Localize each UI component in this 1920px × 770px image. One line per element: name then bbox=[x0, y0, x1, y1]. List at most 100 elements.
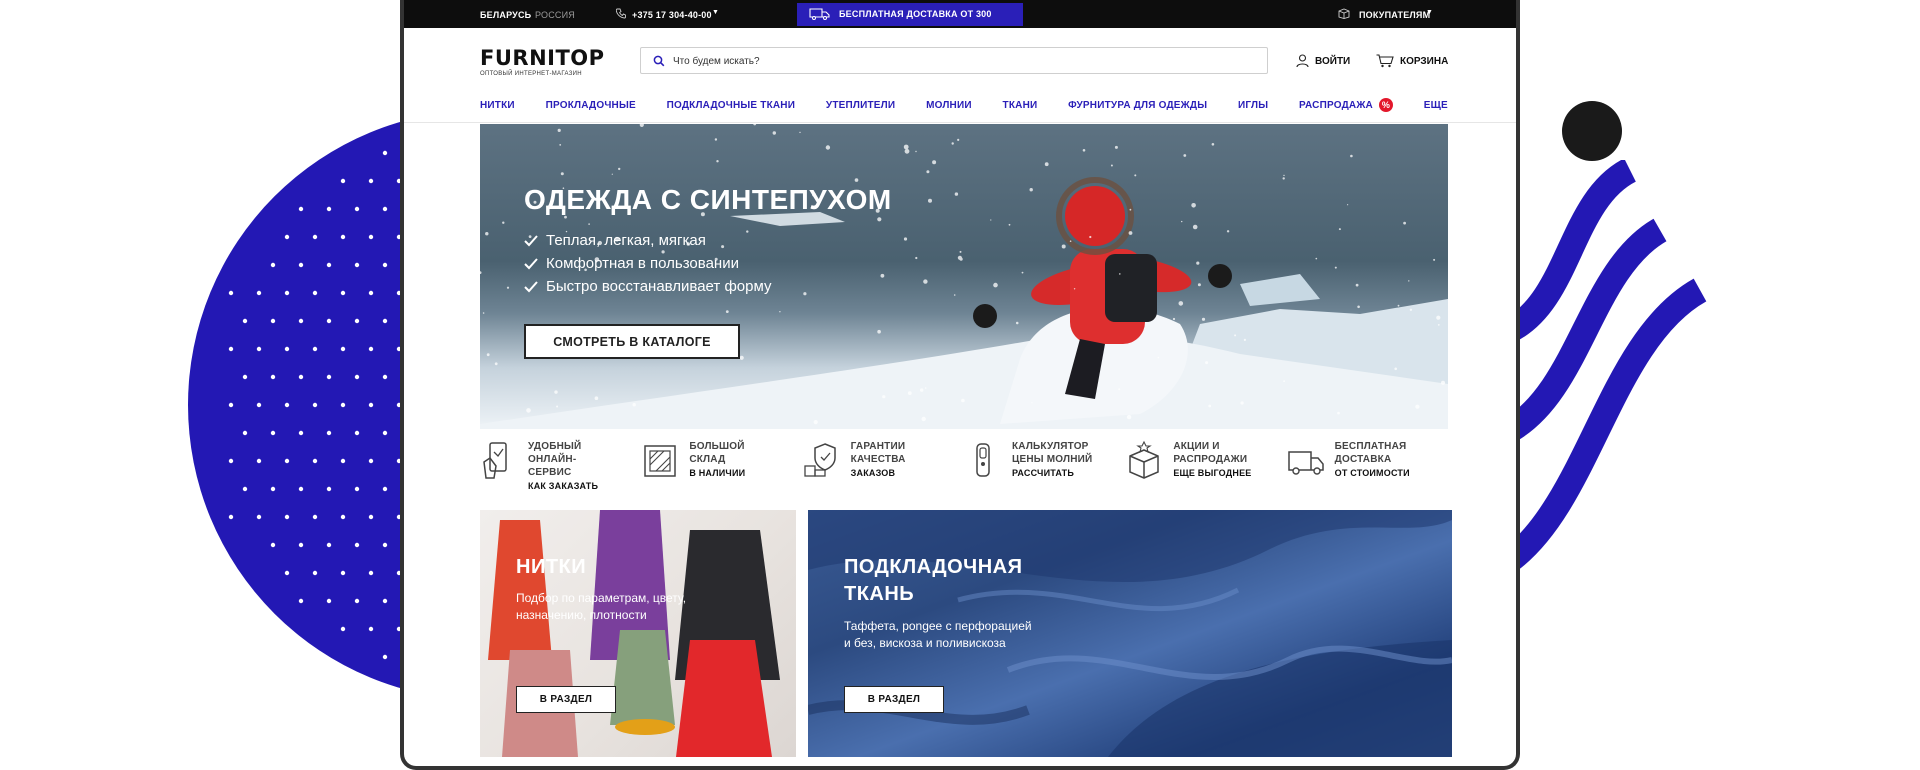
nav-label: ИГЛЫ bbox=[1238, 99, 1269, 111]
buyers-icon bbox=[1338, 8, 1350, 21]
feature-line: КАЛЬКУЛЯТОР bbox=[1011, 441, 1089, 452]
feature-link[interactable]: КАК ЗАКАЗАТЬ bbox=[528, 480, 598, 493]
features-strip: УДОБНЫЙ ОНЛАЙН- СЕРВИС КАК ЗАКАЗАТЬ БОЛЬ… bbox=[480, 440, 1448, 500]
card-description-line: назначению, плотности bbox=[516, 608, 647, 622]
nav-label: ФУРНИТУРА ДЛЯ ОДЕЖДЫ bbox=[1068, 99, 1208, 111]
buyers-menu[interactable]: ПОКУПАТЕЛЯМ bbox=[1359, 10, 1430, 20]
feature-link[interactable]: ЕЩЕ ВЫГОДНЕЕ bbox=[1173, 467, 1251, 480]
card-title: НИТКИ bbox=[516, 554, 586, 581]
card-description: Таффета, pongee с перфорацией и без, вис… bbox=[844, 618, 1032, 652]
card-title: ПОДКЛАДОЧНАЯ ТКАНЬ bbox=[844, 554, 1022, 608]
feature-link[interactable]: ОТ СТОИМОСТИ bbox=[1335, 467, 1410, 480]
hero-benefit: Комфортная в пользовании bbox=[524, 255, 771, 272]
nav-label: ТКАНИ bbox=[1002, 99, 1038, 111]
logo-text: FURNITOP bbox=[480, 46, 605, 70]
nav-item-interlining[interactable]: ПРОКЛАДОЧНЫЕ bbox=[546, 100, 636, 111]
login-button[interactable]: ВОЙТИ bbox=[1296, 54, 1350, 68]
hero-benefit: Теплая, легкая, мягкая bbox=[524, 232, 771, 249]
category-card-lining-fabric[interactable]: ПОДКЛАДОЧНАЯ ТКАНЬ Таффета, pongee с пер… bbox=[808, 510, 1452, 757]
feature-zipper-calculator[interactable]: КАЛЬКУЛЯТОР ЦЕНЫ МОЛНИЙ РАССЧИТАТЬ bbox=[964, 440, 1125, 500]
feature-line: АКЦИИ И bbox=[1173, 441, 1220, 452]
hero-banner: ОДЕЖДА С СИНТЕПУХОМ Теплая, легкая, мягк… bbox=[480, 124, 1448, 429]
hero-benefit-text: Быстро восстанавливает форму bbox=[546, 278, 772, 295]
card-description-line: Подбор по параметрам, цвету, bbox=[516, 591, 687, 605]
decorative-black-dot bbox=[1562, 101, 1622, 161]
delivery-truck-icon bbox=[1287, 451, 1324, 475]
phone-number[interactable]: +375 17 304-40-00 bbox=[632, 10, 712, 20]
nav-item-lining-fabrics[interactable]: ПОДКЛАДОЧНЫЕ ТКАНИ bbox=[667, 100, 796, 111]
warehouse-icon bbox=[644, 445, 677, 477]
card-title-line: НИТКИ bbox=[516, 556, 587, 578]
card-title-line: ПОДКЛАДОЧНАЯ bbox=[844, 556, 1023, 578]
view-catalog-button[interactable]: СМОТРЕТЬ В КАТАЛОГЕ bbox=[524, 324, 740, 359]
card-description: Подбор по параметрам, цвету, назначению,… bbox=[516, 590, 686, 624]
hero-benefit: Быстро восстанавливает форму bbox=[524, 278, 771, 295]
feature-online-service[interactable]: УДОБНЫЙ ОНЛАЙН- СЕРВИС КАК ЗАКАЗАТЬ bbox=[480, 440, 641, 500]
cart-button[interactable]: КОРЗИНА bbox=[1376, 54, 1448, 68]
feature-warehouse[interactable]: БОЛЬШОЙ СКЛАД В НАЛИЧИИ bbox=[641, 440, 802, 500]
nav-item-more[interactable]: ЕЩЕ bbox=[1424, 100, 1448, 111]
card-title-line: ТКАНЬ bbox=[844, 583, 915, 605]
buyers-chevron-icon[interactable]: ▼ bbox=[1426, 9, 1433, 16]
decorative-waves bbox=[1501, 160, 1707, 571]
nav-item-clothing-hardware[interactable]: ФУРНИТУРА ДЛЯ ОДЕЖДЫ bbox=[1068, 100, 1207, 111]
cart-icon bbox=[1376, 54, 1394, 68]
truck-icon bbox=[809, 8, 830, 20]
main-nav: НИТКИ ПРОКЛАДОЧНЫЕ ПОДКЛАДОЧНЫЕ ТКАНИ УТ… bbox=[480, 96, 1448, 114]
nav-item-sale[interactable]: РАСПРОДАЖА% bbox=[1299, 98, 1393, 112]
nav-item-fabrics[interactable]: ТКАНИ bbox=[1003, 100, 1038, 111]
feature-quality[interactable]: ГАРАНТИИ КАЧЕСТВА ЗАКАЗОВ bbox=[803, 440, 964, 500]
feature-link[interactable]: ЗАКАЗОВ bbox=[851, 467, 906, 480]
user-icon bbox=[1296, 54, 1309, 68]
zipper-calculator-icon bbox=[976, 443, 990, 477]
search-input[interactable] bbox=[673, 52, 1253, 70]
feature-line: ЦЕНЫ МОЛНИЙ bbox=[1011, 454, 1093, 465]
feature-line: СКЛАД bbox=[689, 454, 726, 465]
free-delivery-banner[interactable]: БЕСПЛАТНАЯ ДОСТАВКА ОТ 300 РУБЛЕЙ bbox=[797, 3, 1023, 42]
check-icon bbox=[524, 234, 538, 246]
nav-item-needles[interactable]: ИГЛЫ bbox=[1238, 100, 1268, 111]
cart-label: КОРЗИНА bbox=[1400, 55, 1449, 67]
nav-label: НИТКИ bbox=[480, 99, 515, 111]
quality-shield-icon bbox=[804, 443, 836, 477]
top-bar: БЕЛАРУСЬ РОССИЯ +375 17 304-40-00 ▼ БЕСП… bbox=[404, 0, 1516, 42]
feature-promotions[interactable]: АКЦИИ И РАСПРОДАЖИ ЕЩЕ ВЫГОДНЕЕ bbox=[1125, 440, 1286, 500]
hero-benefits: Теплая, легкая, мягкая Комфортная в поль… bbox=[524, 232, 771, 301]
search-box[interactable] bbox=[640, 47, 1268, 74]
feature-line: УДОБНЫЙ bbox=[528, 441, 582, 452]
country-belarus[interactable]: БЕЛАРУСЬ bbox=[480, 10, 531, 20]
feature-line: БОЛЬШОЙ bbox=[689, 441, 745, 452]
nav-label: УТЕПЛИТЕЛИ bbox=[825, 99, 896, 111]
free-delivery-text: БЕСПЛАТНАЯ ДОСТАВКА ОТ 300 РУБЛЕЙ bbox=[839, 9, 992, 42]
lining-fabric-section-button[interactable]: В РАЗДЕЛ bbox=[844, 686, 944, 713]
nav-label: ПРОКЛАДОЧНЫЕ bbox=[545, 99, 636, 111]
site-frame: БЕЛАРУСЬ РОССИЯ +375 17 304-40-00 ▼ БЕСП… bbox=[400, 0, 1520, 770]
hero-benefit-text: Комфортная в пользовании bbox=[546, 255, 739, 272]
nav-label: ЕЩЕ bbox=[1423, 99, 1448, 111]
thread-spools-image bbox=[488, 510, 780, 757]
feature-link[interactable]: РАССЧИТАТЬ bbox=[1012, 467, 1092, 480]
logo-tagline: ОПТОВЫЙ ИНТЕРНЕТ-МАГАЗИН bbox=[480, 71, 582, 77]
feature-line: ГАРАНТИИ bbox=[850, 441, 906, 452]
logo[interactable]: FURNITOP ОПТОВЫЙ ИНТЕРНЕТ-МАГАЗИН bbox=[480, 46, 605, 77]
feature-line: СЕРВИС bbox=[528, 467, 572, 478]
feature-link[interactable]: В НАЛИЧИИ bbox=[689, 467, 745, 480]
card-description-line: и без, вискоза и поливискоза bbox=[844, 636, 1006, 650]
nav-divider bbox=[404, 122, 1516, 123]
country-russia[interactable]: РОССИЯ bbox=[535, 10, 575, 20]
phone-chevron-icon[interactable]: ▼ bbox=[712, 9, 719, 16]
search-icon[interactable] bbox=[653, 55, 665, 67]
gift-box-icon bbox=[1129, 440, 1160, 479]
sale-badge: % bbox=[1378, 98, 1393, 112]
hero-benefit-text: Теплая, легкая, мягкая bbox=[546, 232, 706, 249]
nav-label: ПОДКЛАДОЧНЫЕ ТКАНИ bbox=[666, 99, 796, 111]
feature-free-delivery[interactable]: БЕСПЛАТНАЯ ДОСТАВКА ОТ СТОИМОСТИ bbox=[1287, 440, 1448, 500]
page: БЕЛАРУСЬ РОССИЯ +375 17 304-40-00 ▼ БЕСП… bbox=[0, 0, 1920, 770]
threads-section-button[interactable]: В РАЗДЕЛ bbox=[516, 686, 616, 713]
nav-item-threads[interactable]: НИТКИ bbox=[480, 100, 515, 111]
card-description-line: Таффета, pongee с перфорацией bbox=[844, 619, 1032, 633]
nav-item-insulation[interactable]: УТЕПЛИТЕЛИ bbox=[826, 100, 895, 111]
nav-item-zippers[interactable]: МОЛНИИ bbox=[926, 100, 972, 111]
nav-label: МОЛНИИ bbox=[926, 99, 972, 111]
category-card-threads[interactable]: НИТКИ Подбор по параметрам, цвету, назна… bbox=[480, 510, 796, 757]
